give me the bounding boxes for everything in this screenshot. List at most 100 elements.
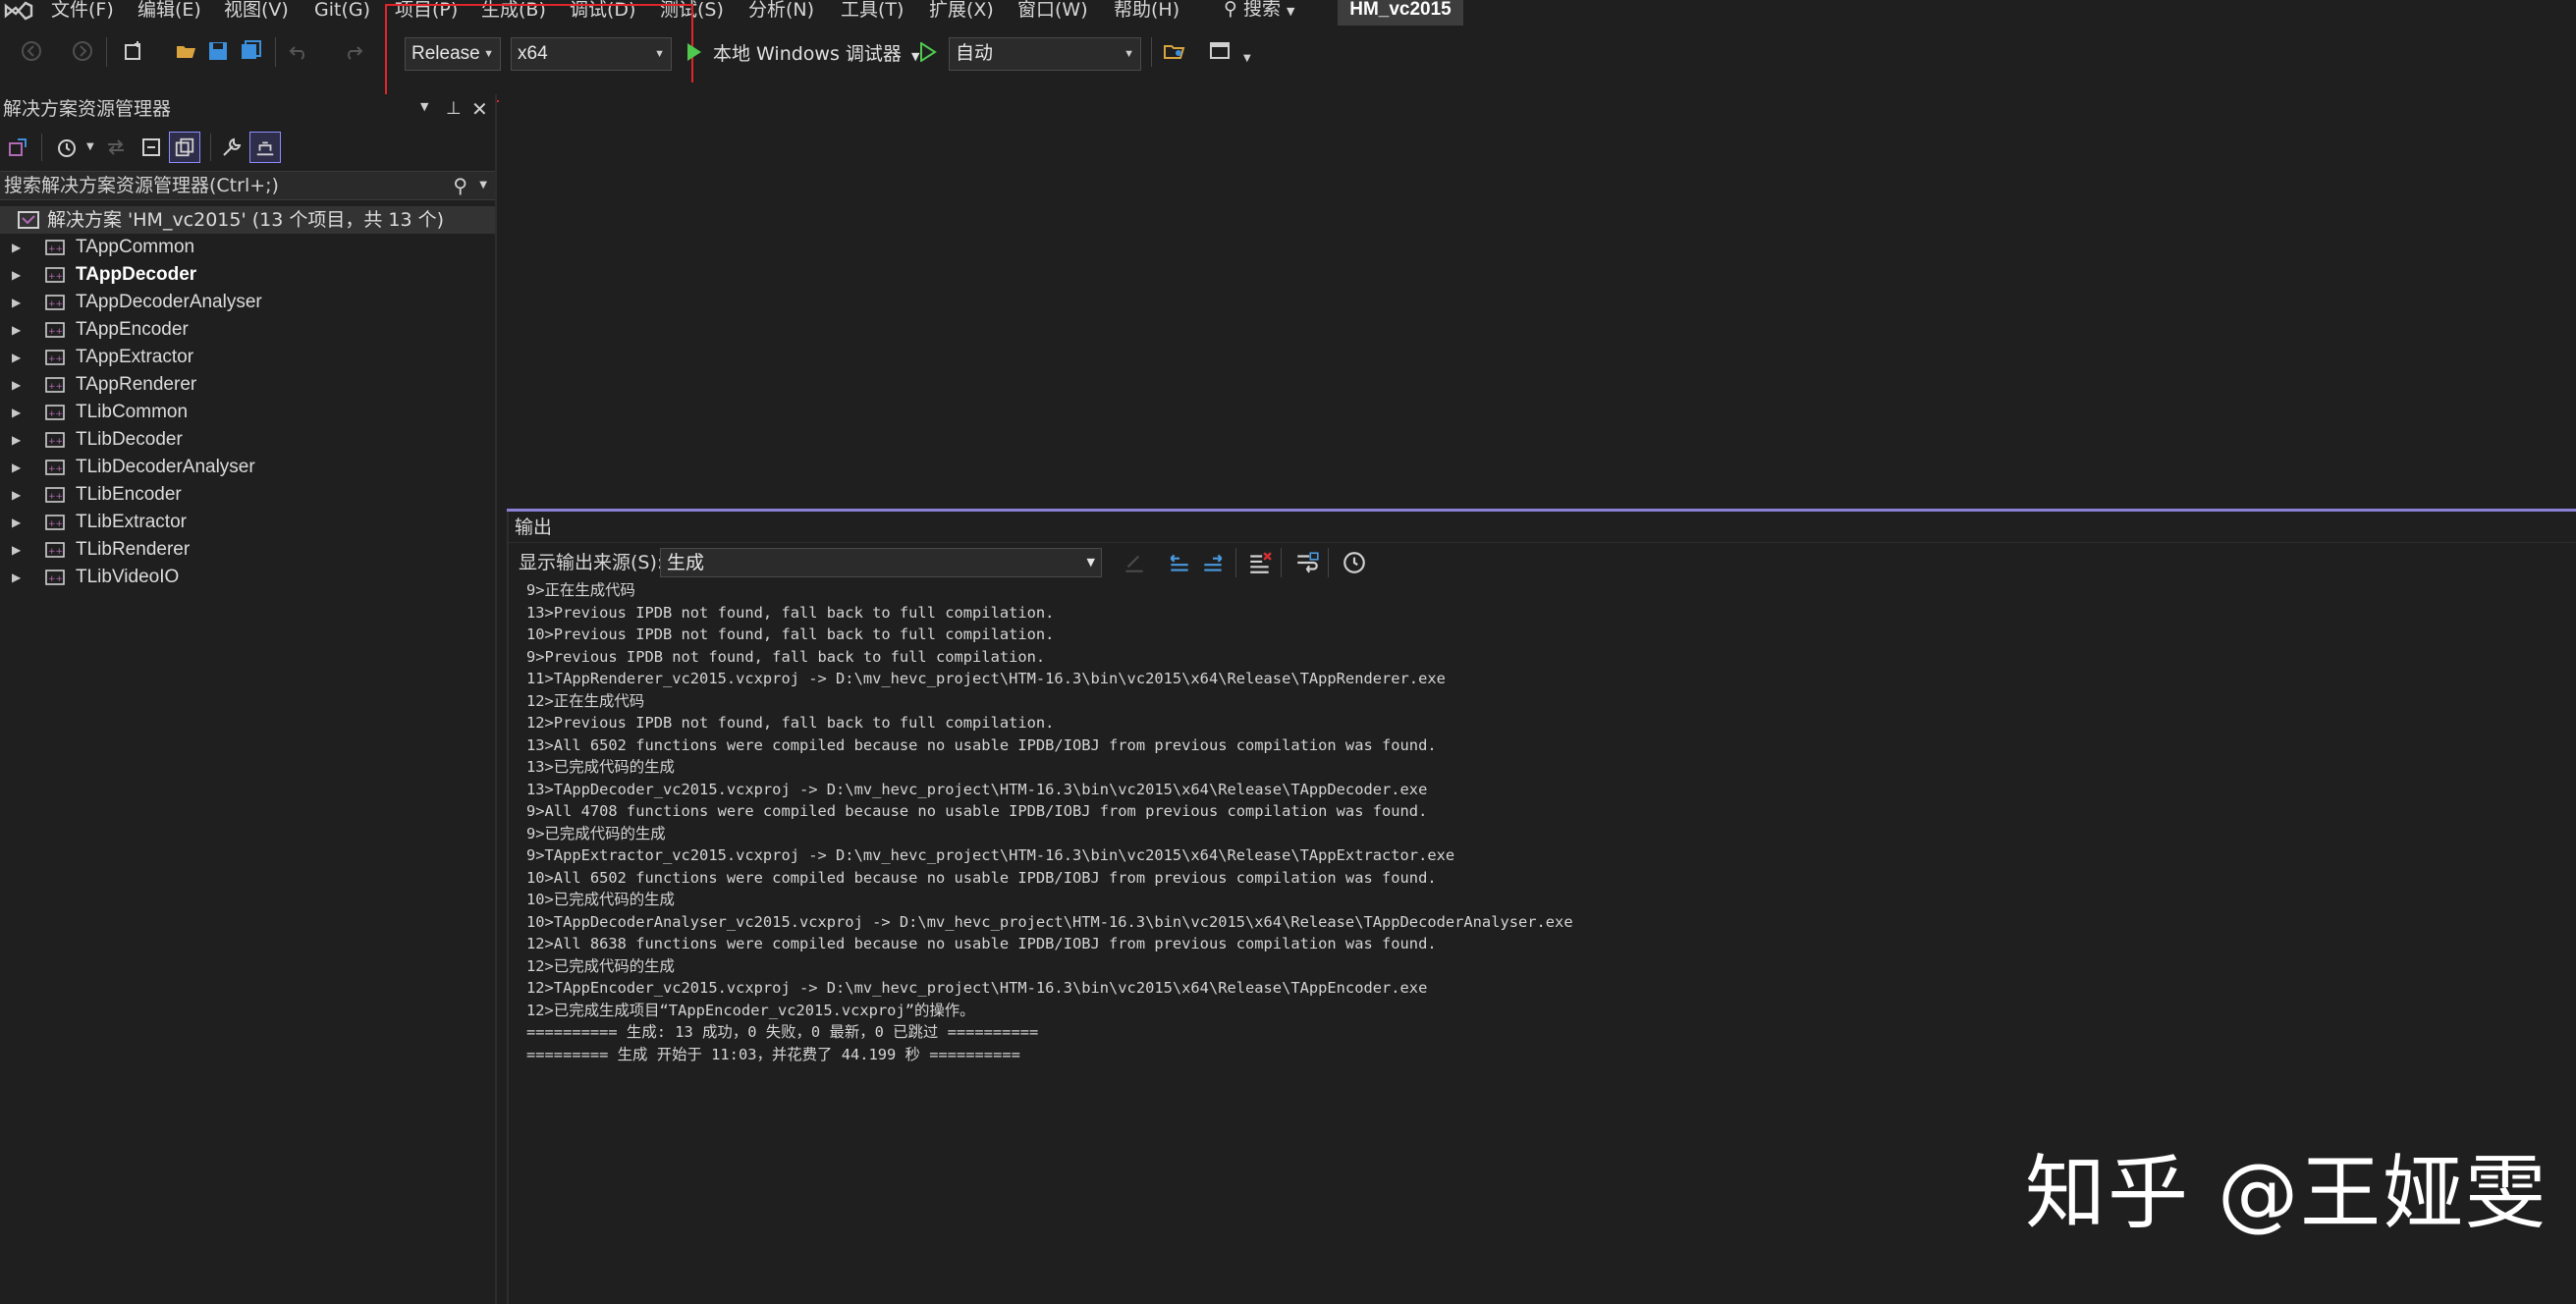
chevron-down-icon[interactable]: ▼ bbox=[420, 100, 428, 113]
output-source-dropdown[interactable]: 生成 ▼ bbox=[660, 548, 1102, 577]
chevron-down-icon[interactable]: ▼ bbox=[86, 141, 94, 152]
start-without-debugging-icon[interactable] bbox=[919, 42, 937, 62]
svg-text:++: ++ bbox=[48, 244, 63, 254]
cpp-project-icon: ++ bbox=[45, 267, 65, 283]
project-node[interactable]: ▶ ++ TLibEncoder bbox=[0, 481, 495, 509]
project-name: TLibRenderer bbox=[76, 539, 191, 560]
expand-arrow-icon[interactable]: ▶ bbox=[12, 426, 21, 454]
expand-arrow-icon[interactable]: ▶ bbox=[12, 536, 21, 564]
search-menu[interactable]: ⚲ 搜索 ▼ bbox=[1224, 0, 1295, 22]
go-to-next-message-icon[interactable] bbox=[1200, 550, 1226, 575]
cpp-project-icon: ++ bbox=[45, 377, 65, 393]
output-line: 12>TAppEncoder_vc2015.vcxproj -> D:\mv_h… bbox=[526, 979, 1428, 997]
output-source-label: 显示输出来源(S): bbox=[519, 552, 664, 573]
project-node[interactable]: ▶ ++ TLibExtractor bbox=[0, 509, 495, 536]
collapse-all-icon[interactable] bbox=[139, 136, 163, 159]
output-text-area[interactable]: 9>正在生成代码 13>Previous IPDB not found, fall… bbox=[526, 579, 2569, 1065]
svg-text:++: ++ bbox=[48, 299, 63, 309]
undo-icon[interactable] bbox=[287, 39, 310, 63]
menu-item[interactable]: 视图(V) bbox=[224, 0, 289, 22]
project-node[interactable]: ▶ ++ TAppDecoderAnalyser bbox=[0, 289, 495, 316]
project-name: TLibDecoder bbox=[76, 429, 183, 450]
chevron-down-icon[interactable]: ▼ bbox=[479, 172, 487, 199]
window-layout-icon[interactable] bbox=[1208, 39, 1232, 63]
solution-explorer-title: 解决方案资源管理器 bbox=[3, 98, 172, 120]
redo-icon[interactable] bbox=[342, 39, 365, 63]
menu-item[interactable]: 帮助(H) bbox=[1114, 0, 1179, 22]
menu-item[interactable]: 窗口(W) bbox=[1017, 0, 1088, 22]
project-node[interactable]: ▶ ++ TAppRenderer bbox=[0, 371, 495, 399]
expand-arrow-icon[interactable]: ▶ bbox=[12, 481, 21, 509]
output-line: 9>正在生成代码 bbox=[526, 581, 635, 599]
solution-label: 解决方案 'HM_vc2015' (13 个项目，共 13 个) bbox=[47, 209, 445, 231]
expand-arrow-icon[interactable]: ▶ bbox=[12, 316, 21, 344]
menu-item[interactable]: 扩展(X) bbox=[929, 0, 994, 22]
toolbar-overflow-icon[interactable]: ▼ bbox=[1243, 53, 1251, 64]
solution-name-tab[interactable]: HM_vc2015 bbox=[1338, 0, 1463, 26]
svg-text:++: ++ bbox=[48, 492, 63, 502]
menu-item[interactable]: 分析(N) bbox=[748, 0, 814, 22]
menu-item[interactable]: 文件(F) bbox=[51, 0, 114, 22]
expand-arrow-icon[interactable]: ▶ bbox=[12, 289, 21, 316]
back-icon[interactable] bbox=[20, 39, 43, 63]
search-icon[interactable]: ⚲ bbox=[453, 172, 467, 199]
project-node[interactable]: ▶ ++ TLibDecoderAnalyser bbox=[0, 454, 495, 481]
find-message-in-code-icon[interactable] bbox=[1122, 550, 1147, 575]
project-node[interactable]: ▶ ++ TAppExtractor bbox=[0, 344, 495, 371]
visual-studio-logo-icon[interactable] bbox=[2, 0, 33, 22]
expand-arrow-icon[interactable]: ▶ bbox=[12, 399, 21, 426]
open-folder-icon[interactable] bbox=[175, 39, 198, 63]
project-node[interactable]: ▶ ++ TAppDecoder bbox=[0, 261, 495, 289]
forward-icon[interactable] bbox=[71, 39, 94, 63]
output-line: 11>TAppRenderer_vc2015.vcxproj -> D:\mv_… bbox=[526, 670, 1446, 687]
solution-root-node[interactable]: 解决方案 'HM_vc2015' (13 个项目，共 13 个) bbox=[0, 206, 495, 234]
save-icon[interactable] bbox=[206, 39, 230, 63]
expand-arrow-icon[interactable]: ▶ bbox=[12, 371, 21, 399]
project-node[interactable]: ▶ ++ TLibVideoIO bbox=[0, 564, 495, 591]
expand-arrow-icon[interactable]: ▶ bbox=[12, 564, 21, 591]
pending-changes-filter-icon[interactable] bbox=[55, 136, 79, 159]
solution-explorer-search-input[interactable]: 搜索解决方案资源管理器(Ctrl+;) ⚲ ▼ bbox=[0, 171, 495, 200]
toolbar-separator bbox=[275, 37, 276, 67]
show-all-files-button[interactable] bbox=[169, 132, 200, 163]
clear-all-icon[interactable] bbox=[1247, 550, 1273, 575]
close-icon[interactable]: ✕ bbox=[471, 97, 488, 121]
sync-with-active-document-icon[interactable] bbox=[104, 136, 128, 159]
browse-folder-icon[interactable] bbox=[1163, 39, 1186, 63]
svg-text:++: ++ bbox=[48, 327, 63, 337]
solution-icon bbox=[18, 211, 39, 229]
panel-title-controls: ▼ ⊥ ✕ bbox=[418, 97, 493, 121]
output-line: 9>Previous IPDB not found, fall back to … bbox=[526, 647, 1046, 666]
expand-arrow-icon[interactable]: ▶ bbox=[12, 344, 21, 371]
solution-explorer-toolbar: ▼ bbox=[0, 130, 497, 165]
svg-text:++: ++ bbox=[48, 464, 63, 474]
project-node[interactable]: ▶ ++ TLibDecoder bbox=[0, 426, 495, 454]
switch-views-icon[interactable] bbox=[6, 136, 29, 159]
menu-item[interactable]: 工具(T) bbox=[841, 0, 904, 22]
project-node[interactable]: ▶ ++ TLibRenderer bbox=[0, 536, 495, 564]
menu-item[interactable]: 编辑(E) bbox=[137, 0, 201, 22]
start-debugger-button[interactable]: 本地 Windows 调试器 ▼ bbox=[713, 39, 919, 72]
expand-arrow-icon[interactable]: ▶ bbox=[12, 234, 21, 261]
project-node[interactable]: ▶ ++ TAppCommon bbox=[0, 234, 495, 261]
show-timestamps-icon[interactable] bbox=[1342, 550, 1367, 575]
expand-arrow-icon[interactable]: ▶ bbox=[12, 454, 21, 481]
preview-selected-items-button[interactable] bbox=[249, 132, 281, 163]
go-to-previous-message-icon[interactable] bbox=[1167, 550, 1192, 575]
toggle-word-wrap-icon[interactable] bbox=[1294, 550, 1320, 575]
search-label: 搜索 bbox=[1242, 0, 1281, 20]
expand-arrow-icon[interactable]: ▶ bbox=[12, 509, 21, 536]
save-all-icon[interactable] bbox=[240, 39, 263, 63]
pin-icon[interactable]: ⊥ bbox=[446, 98, 462, 119]
menu-item[interactable]: Git(G) bbox=[314, 0, 370, 22]
project-node[interactable]: ▶ ++ TAppEncoder bbox=[0, 316, 495, 344]
toolbar-separator bbox=[1151, 37, 1152, 67]
new-project-icon[interactable] bbox=[122, 39, 145, 63]
properties-wrench-icon[interactable] bbox=[220, 136, 244, 159]
chevron-down-icon: ▼ bbox=[1124, 48, 1134, 60]
start-debugging-icon[interactable] bbox=[685, 42, 703, 62]
cpp-project-icon: ++ bbox=[45, 295, 65, 310]
expand-arrow-icon[interactable]: ▶ bbox=[12, 261, 21, 289]
mode-dropdown[interactable]: 自动 ▼ bbox=[949, 37, 1141, 71]
project-node[interactable]: ▶ ++ TLibCommon bbox=[0, 399, 495, 426]
